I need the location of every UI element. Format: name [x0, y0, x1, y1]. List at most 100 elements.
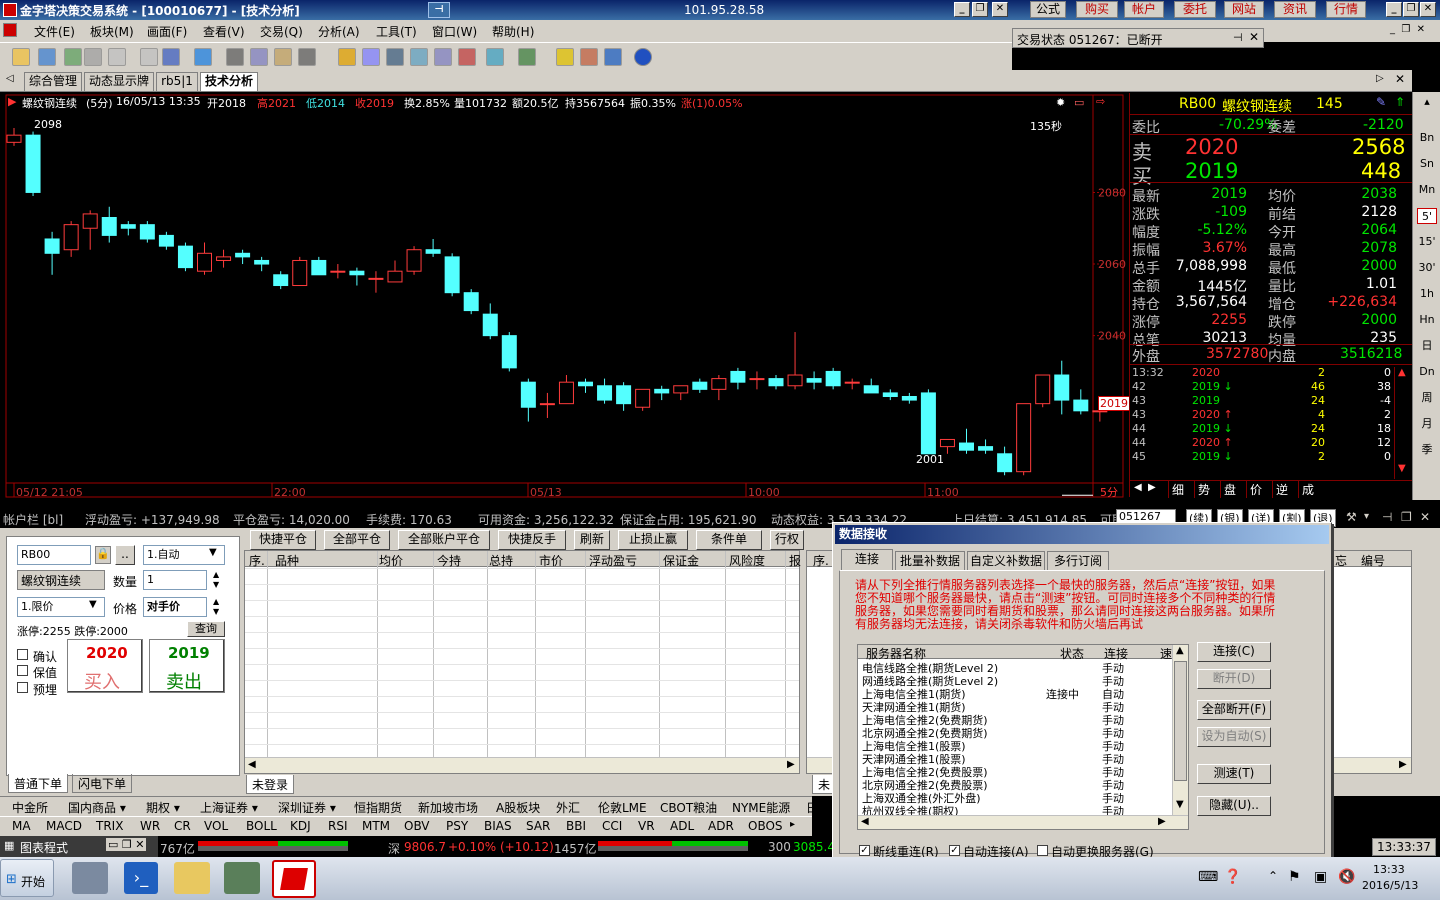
period-button-5[interactable]: 30': [1417, 260, 1437, 276]
toolbar-icon-7[interactable]: [194, 48, 212, 66]
candle-body[interactable]: [844, 381, 860, 384]
scroll-thumb[interactable]: [1174, 661, 1187, 781]
candle-body[interactable]: [216, 256, 232, 261]
period-button-4[interactable]: 15': [1417, 234, 1437, 250]
candle-body[interactable]: [901, 396, 917, 401]
position-button-6[interactable]: 条件单: [696, 530, 762, 550]
scroll-left-icon[interactable]: ◀: [861, 816, 869, 827]
candle-body[interactable]: [235, 252, 251, 258]
dialog-checkbox-2[interactable]: [1037, 845, 1048, 856]
scroll-up-icon[interactable]: ▲: [1176, 645, 1184, 656]
server-row[interactable]: 上海双通全推(外汇外盘) 手动: [862, 790, 1182, 805]
quote-mode-icon[interactable]: ✎: [1376, 95, 1386, 109]
category-tab-3[interactable]: 上海证券 ▾: [200, 799, 258, 816]
menu-item-4[interactable]: 交易(Q): [260, 23, 303, 40]
mdi-controls[interactable]: _ ❐ ✕: [1390, 24, 1425, 35]
server-manager-icon[interactable]: [72, 862, 108, 894]
menu-item-5[interactable]: 分析(A): [318, 23, 360, 40]
server-row[interactable]: 上海电信全推1(期货) 连接中 自动: [862, 686, 1182, 701]
candle-body[interactable]: [425, 249, 441, 254]
menu-item-0[interactable]: 文件(E): [34, 23, 75, 40]
toolbar-icon-3[interactable]: [84, 48, 102, 66]
tab-scroll-left-icon[interactable]: ◁: [6, 73, 14, 84]
period-button-10[interactable]: 周: [1417, 390, 1437, 406]
strip-up-icon[interactable]: ▴: [1417, 94, 1437, 110]
candle-body[interactable]: [787, 374, 803, 387]
candle-body[interactable]: [597, 385, 613, 401]
tab-normal-order[interactable]: 普通下单: [8, 774, 69, 793]
positions-col-3[interactable]: 今持: [437, 552, 461, 569]
candle-body[interactable]: [330, 270, 346, 273]
quick-button-5[interactable]: 资讯: [1274, 1, 1316, 18]
file-explorer-icon[interactable]: [174, 862, 210, 894]
quote-nav-left-icon[interactable]: ◀: [1134, 482, 1142, 493]
settings-gear-icon[interactable]: ✹: [1056, 96, 1065, 109]
price-input[interactable]: 对手价: [143, 597, 207, 617]
category-tab-7[interactable]: A股板块: [496, 799, 540, 816]
dialog-tab-1[interactable]: 批量补数据: [895, 551, 965, 571]
restore-button[interactable]: ❐: [972, 2, 988, 17]
indicator-vol[interactable]: VOL: [204, 819, 228, 833]
powershell-icon[interactable]: ›_: [124, 862, 158, 894]
toolbar-icon-19[interactable]: [518, 48, 536, 66]
chart-tool-icon[interactable]: ▭: [1074, 96, 1084, 109]
dialog-tab-2[interactable]: 自定义补数据: [967, 551, 1045, 571]
indicator-mtm[interactable]: MTM: [362, 819, 390, 833]
server-row[interactable]: 网通线路全推(期货Level 2) 手动: [862, 673, 1182, 688]
candle-body[interactable]: [673, 385, 689, 394]
period-button-9[interactable]: Dn: [1417, 364, 1437, 380]
menu-item-1[interactable]: 板块(M): [90, 23, 134, 40]
confirm-checkbox[interactable]: [17, 649, 28, 660]
minimize-button[interactable]: _: [954, 2, 970, 17]
menu-item-6[interactable]: 工具(T): [376, 23, 417, 40]
scroll-down-icon[interactable]: ▼: [1176, 799, 1184, 810]
indicator-trix[interactable]: TRIX: [96, 819, 123, 833]
scroll-left-icon[interactable]: ◀: [248, 759, 256, 770]
category-tab-6[interactable]: 新加坡市场: [418, 799, 478, 816]
period-button-0[interactable]: Bn: [1417, 130, 1437, 146]
candle-body[interactable]: [825, 370, 841, 387]
pin-icon[interactable]: ⊣: [1382, 510, 1392, 524]
toolbar-icon-14[interactable]: [386, 48, 404, 66]
candle-body[interactable]: [863, 385, 879, 394]
candle-body[interactable]: [444, 256, 460, 294]
indicator-vr[interactable]: VR: [638, 819, 655, 833]
candle-body[interactable]: [978, 446, 994, 451]
candle-body[interactable]: [959, 442, 974, 451]
indicator-kdj[interactable]: KDJ: [290, 819, 311, 833]
period-button-2[interactable]: Mn: [1417, 182, 1437, 198]
symbol-browse-button[interactable]: ..: [115, 545, 135, 565]
category-tab-10[interactable]: CBOT粮油: [660, 799, 717, 816]
tab-close-icon[interactable]: ✕: [1395, 72, 1405, 86]
period-button-11[interactable]: 月: [1417, 416, 1437, 432]
toolbar-icon-4[interactable]: [108, 48, 126, 66]
candle-body[interactable]: [1016, 403, 1032, 473]
tab-1[interactable]: 动态显示牌: [84, 72, 154, 91]
quick-button-6[interactable]: 行情: [1326, 1, 1366, 18]
candle-body[interactable]: [749, 378, 765, 381]
category-tab-5[interactable]: 恒指期货: [354, 799, 402, 816]
candle-body[interactable]: [273, 274, 289, 287]
app-close-button[interactable]: ✕: [1420, 2, 1436, 17]
toolbar-icon-13[interactable]: [362, 48, 380, 66]
toolbar-icon-9[interactable]: [250, 48, 268, 66]
toolbar-icon-0[interactable]: [12, 48, 30, 66]
candle-body[interactable]: [539, 403, 555, 406]
candle-body[interactable]: [254, 259, 270, 265]
category-tab-8[interactable]: 外汇: [556, 799, 580, 816]
category-tab-2[interactable]: 期权 ▾: [146, 799, 180, 816]
app-restore-button[interactable]: ❐: [1403, 2, 1419, 17]
indicator-obv[interactable]: OBV: [404, 819, 430, 833]
candle-body[interactable]: [616, 385, 632, 405]
scroll-right-icon[interactable]: ▶: [787, 759, 795, 770]
mode-dropdown-icon[interactable]: ▼: [209, 547, 217, 558]
candle-body[interactable]: [997, 453, 1013, 473]
tick-scrollbar[interactable]: ▲ ▼: [1394, 367, 1410, 479]
candle-body[interactable]: [558, 381, 574, 405]
positions-col-2[interactable]: 均价: [379, 552, 403, 569]
help-icon[interactable]: ❓: [1224, 869, 1241, 885]
quote-tab-4[interactable]: 逆: [1272, 481, 1288, 498]
candle-body[interactable]: [882, 392, 898, 398]
quote-tab-0[interactable]: 细: [1168, 481, 1184, 498]
quote-tab-5[interactable]: 成: [1298, 481, 1314, 498]
